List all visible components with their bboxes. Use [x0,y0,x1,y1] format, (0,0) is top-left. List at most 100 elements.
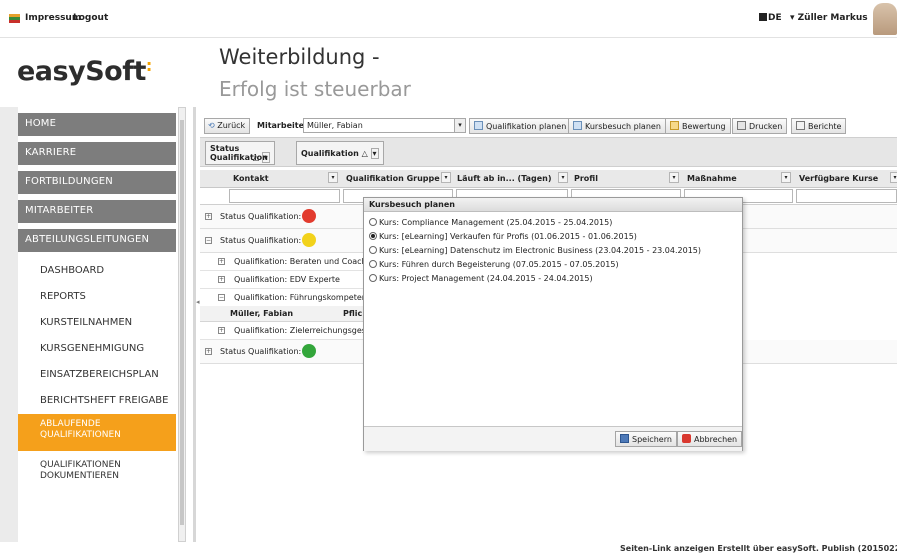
nav-item-kursteilnahmen[interactable]: KURSTEILNAHMEN [18,317,176,328]
brand-logo[interactable]: easySoft: [17,56,152,87]
back-arrow-icon: ⟲ [208,121,218,130]
table-row[interactable]: Müller, Fabian Pflic [200,306,365,322]
course-option-label: Kurs: Führen durch Begeisterung (07.05.2… [379,260,619,269]
nav-item-berichtsheft-freigabe[interactable]: BERICHTSHEFT FREIGABE [18,395,176,406]
radio-icon[interactable] [369,218,377,226]
expand-icon[interactable]: + [218,276,225,283]
nav-item-reports[interactable]: REPORTS [18,291,176,302]
column-header-profil[interactable]: Profil [574,174,598,183]
user-menu[interactable]: ▾ Züller Markus [790,13,868,23]
nav-item-dashboard[interactable]: DASHBOARD [18,265,176,276]
sort-arrow-icon[interactable]: △ [253,153,259,162]
collapse-arrow-icon[interactable]: ◂ [196,298,200,306]
expand-icon[interactable]: + [205,213,212,220]
cancel-button[interactable]: Abbrechen [677,431,743,447]
nav-item-ablaufende-qualifikationen[interactable]: ABLAUFENDE QUALIFIKATIONEN [18,414,176,451]
column-header-laeuft-ab[interactable]: Läuft ab in... (Tagen) [457,174,552,183]
radio-icon[interactable] [369,246,377,254]
subgroup-row[interactable]: − Qualifikation: Führungskompetenz [200,289,365,307]
course-option[interactable]: Kurs: Compliance Management (25.04.2015 … [369,218,612,227]
radio-selected-icon[interactable] [369,232,377,240]
print-button[interactable]: Drucken [732,118,788,134]
group-chip-status[interactable]: Status Qualifikation △ ▾ [205,141,275,165]
save-icon [620,434,629,443]
chip-menu-icon[interactable]: ▾ [261,152,270,163]
nav-item-kursgenehmigung[interactable]: KURSGENEHMIGUNG [18,343,176,354]
logout-link[interactable]: Logout [73,13,108,23]
scrollbar-thumb[interactable] [180,120,184,525]
column-menu-icon[interactable]: ▾ [328,172,338,183]
nav-item-qualifikationen-dokumentieren[interactable]: QUALIFIKATIONEN DOKUMENTIEREN [18,460,176,482]
headline-subtitle: Erfolg ist steuerbar [219,77,411,101]
radio-icon[interactable] [369,274,377,282]
nav-item-karriere[interactable]: KARRIERE [18,142,176,165]
course-option[interactable]: Kurs: [eLearning] Datenschutz im Electro… [369,246,701,255]
subgroup-label: Qualifikation: EDV Experte [234,275,340,284]
sidebar-nav: HOME KARRIERE FORTBILDUNGEN MITARBEITER … [18,113,176,258]
radio-icon[interactable] [369,260,377,268]
nav-item-fortbildungen[interactable]: FORTBILDUNGEN [18,171,176,194]
course-option-label: Kurs: Compliance Management (25.04.2015 … [379,218,613,227]
save-button[interactable]: Speichern [615,431,677,447]
plan-course-label: Kursbesuch planen [585,122,661,131]
subgroup-label: Qualifikation: Zielerreichungsgespräche [234,326,365,335]
plan-qualification-button[interactable]: Qualifikation planen [469,118,572,134]
cancel-label: Abbrechen [694,435,738,444]
column-menu-icon[interactable]: ▾ [669,172,679,183]
printer-icon [737,121,746,130]
employee-select[interactable]: Müller, Fabian [303,118,466,133]
filter-input-kurse[interactable] [796,189,897,203]
subgroup-row[interactable]: + Qualifikation: EDV Experte [200,271,365,289]
subgroup-row[interactable]: + Qualifikation: Zielerreichungsgespräche [200,322,365,340]
column-menu-icon[interactable]: ▾ [890,172,897,183]
logo-text: easySoft [17,56,146,87]
expand-icon[interactable]: + [218,258,225,265]
print-label: Drucken [749,122,783,131]
plan-qualification-label: Qualifikation planen [486,122,567,131]
language-icon [759,13,767,21]
nav-item-einsatzbereichsplan[interactable]: EINSATZBEREICHSPLAN [18,369,176,380]
column-header-massnahme[interactable]: Maßnahme [687,174,737,183]
plan-course-button[interactable]: Kursbesuch planen [568,118,666,134]
reports-button[interactable]: Berichte [791,118,847,134]
rating-button[interactable]: Bewertung [665,118,731,134]
column-menu-icon[interactable]: ▾ [781,172,791,183]
plan-icon [474,121,483,130]
calendar-icon [573,121,582,130]
headline-title: Weiterbildung - [219,45,380,69]
back-button[interactable]: ⟲ Zurück [204,118,251,134]
column-menu-icon[interactable]: ▾ [441,172,451,183]
cell-group: Pflic [343,309,363,318]
group-chip-qualifikation[interactable]: Qualifikation △ ▾ [296,141,384,165]
sort-arrow-icon[interactable]: △ [362,149,368,158]
nav-item-mitarbeiter[interactable]: MITARBEITER [18,200,176,223]
cancel-icon [682,434,691,443]
column-header-kontakt[interactable]: Kontakt [233,174,269,183]
flag-icon [9,14,20,23]
sidebar-scrollbar[interactable] [178,107,186,542]
chip-menu-icon[interactable]: ▾ [370,148,379,159]
pane-splitter[interactable] [193,107,196,542]
column-header-gruppe[interactable]: Qualifikation Gruppe [346,174,440,183]
expand-icon[interactable]: + [205,348,212,355]
avatar[interactable] [873,3,897,35]
course-option-label: Kurs: [eLearning] Verkaufen für Profis (… [379,232,637,241]
course-option[interactable]: Kurs: [eLearning] Verkaufen für Profis (… [369,232,637,241]
footer-text[interactable]: Seiten-Link anzeigen Erstellt über easyS… [620,544,897,553]
course-option[interactable]: Kurs: Project Management (24.04.2015 - 2… [369,274,593,283]
cell-contact: Müller, Fabian [230,309,294,318]
subgroup-row[interactable]: + Qualifikation: Beraten und Coachen [200,253,365,271]
column-menu-icon[interactable]: ▾ [558,172,568,183]
collapse-icon[interactable]: − [218,294,225,301]
chevron-down-icon[interactable]: ▾ [454,119,465,132]
expand-icon[interactable]: + [218,327,225,334]
collapse-icon[interactable]: − [205,237,212,244]
filter-input-kontakt[interactable] [229,189,340,203]
course-option[interactable]: Kurs: Führen durch Begeisterung (07.05.2… [369,260,619,269]
group-row-label: Status Qualifikation: [220,347,302,356]
group-chip-qualifikation-label: Qualifikation [301,149,359,158]
nav-item-abteilungsleitungen[interactable]: ABTEILUNGSLEITUNGEN [18,229,176,252]
language-selector[interactable]: DE [759,13,782,23]
nav-item-home[interactable]: HOME [18,113,176,136]
column-header-kurse[interactable]: Verfügbare Kurse [799,174,878,183]
